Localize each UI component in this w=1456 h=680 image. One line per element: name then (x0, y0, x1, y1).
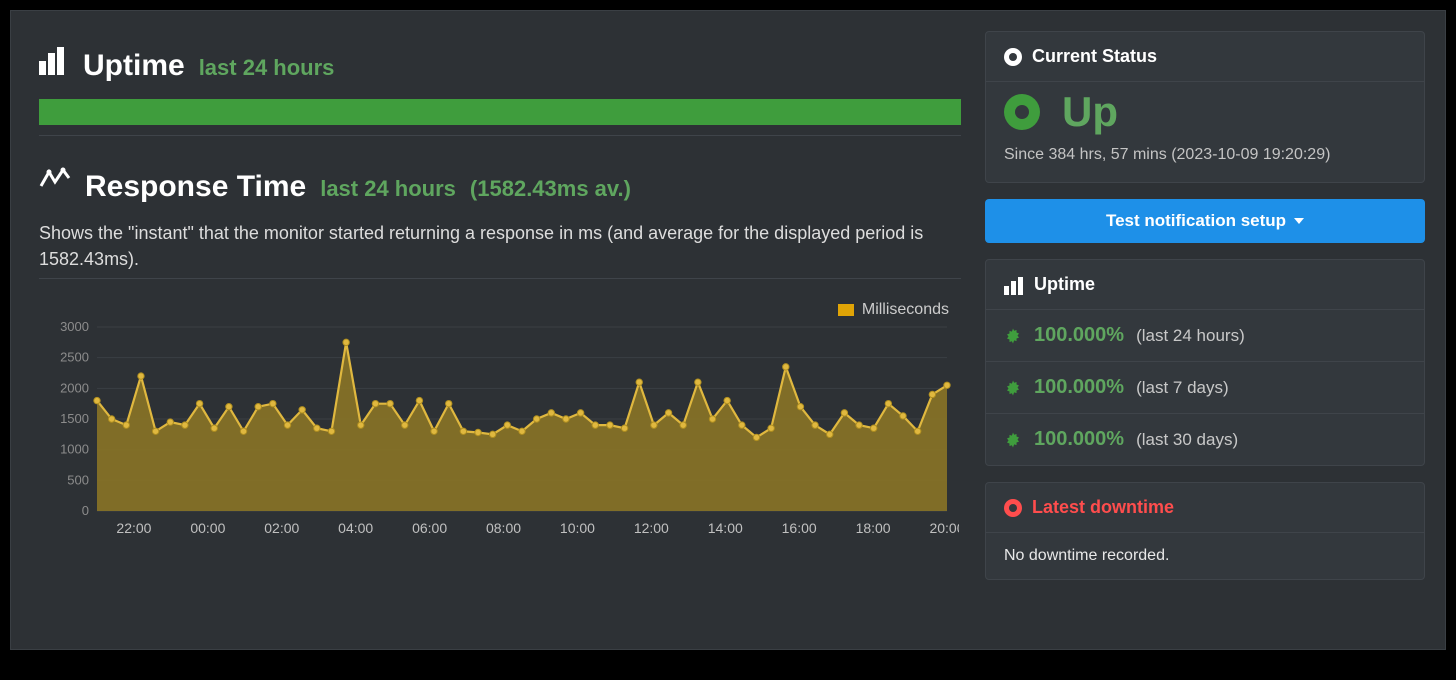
divider (39, 278, 961, 279)
uptime-period: (last 24 hours) (1136, 326, 1245, 346)
uptime-timeline-bar (39, 99, 961, 125)
linechart-icon (39, 164, 71, 201)
current-status-head: Current Status (986, 32, 1424, 82)
svg-text:500: 500 (67, 473, 89, 488)
svg-text:3000: 3000 (60, 321, 89, 334)
burst-icon (1004, 379, 1022, 397)
uptime-heading: Uptime last 24 hours (39, 45, 961, 83)
uptime-title: Uptime (83, 49, 185, 83)
svg-text:2000: 2000 (60, 381, 89, 396)
uptime-stat-row: 100.000% (last 7 days) (986, 361, 1424, 413)
status-word: Up (1062, 88, 1118, 136)
uptime-pct: 100.000% (1034, 376, 1124, 399)
latest-downtime-card: Latest downtime No downtime recorded. (985, 482, 1425, 580)
response-avg: (1582.43ms av.) (470, 176, 631, 202)
response-heading: Response Time last 24 hours (1582.43ms a… (39, 164, 961, 204)
uptime-pct: 100.000% (1034, 428, 1124, 451)
chart-legend: Milliseconds (39, 301, 961, 319)
svg-text:0: 0 (82, 503, 89, 518)
svg-text:16:00: 16:00 (782, 520, 817, 536)
status-since: Since 384 hrs, 57 mins (2023-10-09 19:20… (986, 144, 1424, 182)
legend-label: Milliseconds (862, 301, 949, 319)
svg-text:2500: 2500 (60, 350, 89, 365)
bars-icon (1004, 275, 1024, 295)
svg-text:14:00: 14:00 (708, 520, 743, 536)
svg-text:06:00: 06:00 (412, 520, 447, 536)
uptime-pct: 100.000% (1034, 324, 1124, 347)
latest-downtime-body: No downtime recorded. (986, 533, 1424, 579)
svg-text:1500: 1500 (60, 411, 89, 426)
uptime-stats-card: Uptime 100.000% (last 24 hours) 100.000% (l… (985, 259, 1425, 466)
svg-text:18:00: 18:00 (856, 520, 891, 536)
response-subtitle: last 24 hours (320, 176, 456, 202)
svg-text:02:00: 02:00 (264, 520, 299, 536)
uptime-period: (last 30 days) (1136, 430, 1238, 450)
svg-text:00:00: 00:00 (190, 520, 225, 536)
test-notification-button[interactable]: Test notification setup (985, 199, 1425, 243)
response-title: Response Time (85, 170, 306, 204)
status-row: Up (986, 82, 1424, 144)
uptime-stat-row: 100.000% (last 24 hours) (986, 310, 1424, 361)
response-time-chart[interactable]: 0 500 1000 1500 2000 2500 3000 22:00 00:00 02:00 0… (39, 321, 961, 546)
uptime-stats-title: Uptime (1034, 274, 1095, 295)
svg-text:1000: 1000 (60, 442, 89, 457)
svg-text:08:00: 08:00 (486, 520, 521, 536)
latest-downtime-head: Latest downtime (986, 483, 1424, 533)
svg-text:12:00: 12:00 (634, 520, 669, 536)
svg-text:10:00: 10:00 (560, 520, 595, 536)
burst-icon (1004, 431, 1022, 449)
current-status-title: Current Status (1032, 46, 1157, 67)
uptime-subtitle: last 24 hours (199, 55, 335, 81)
current-status-card: Current Status Up Since 384 hrs, 57 mins… (985, 31, 1425, 183)
status-dot-icon (1004, 48, 1022, 66)
divider (39, 135, 961, 136)
latest-downtime-title: Latest downtime (1032, 497, 1174, 518)
svg-text:04:00: 04:00 (338, 520, 373, 536)
bars-icon (39, 45, 69, 75)
status-dot-icon (1004, 499, 1022, 517)
legend-swatch (838, 304, 854, 316)
burst-icon (1004, 327, 1022, 345)
test-notification-label: Test notification setup (1106, 211, 1286, 231)
chevron-down-icon (1294, 218, 1304, 224)
status-indicator-icon (1004, 94, 1040, 130)
uptime-period: (last 7 days) (1136, 378, 1229, 398)
uptime-stats-head: Uptime (986, 260, 1424, 310)
svg-text:22:00: 22:00 (116, 520, 151, 536)
uptime-stat-row: 100.000% (last 30 days) (986, 413, 1424, 465)
response-description: Shows the "instant" that the monitor sta… (39, 220, 939, 272)
svg-text:20:00: 20:00 (929, 520, 959, 536)
